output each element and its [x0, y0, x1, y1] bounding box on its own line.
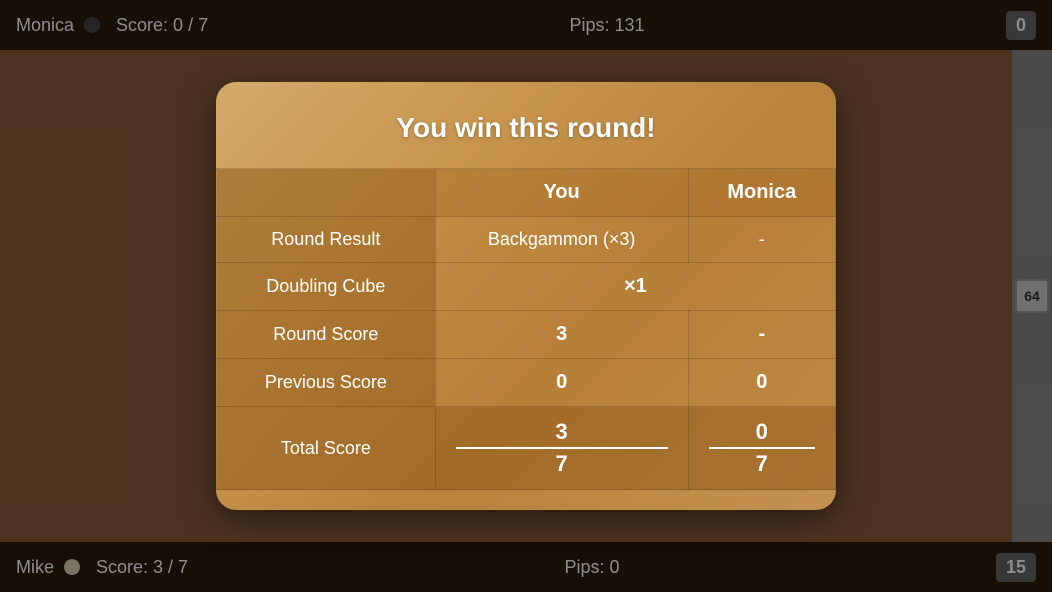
- round-score-row: Round Score 3 -: [217, 311, 836, 359]
- round-result-you: Backgammon (×3): [435, 217, 688, 263]
- round-score-you: 3: [435, 311, 688, 359]
- round-score-monica: -: [688, 311, 835, 359]
- total-score-monica: 0 7: [688, 407, 835, 490]
- total-monica-numerator: 0: [709, 419, 815, 449]
- previous-score-row: Previous Score 0 0: [217, 359, 836, 407]
- you-column-header: You: [435, 169, 688, 217]
- round-score-label: Round Score: [217, 311, 436, 359]
- empty-header: [217, 169, 436, 217]
- round-result-monica: -: [688, 217, 835, 263]
- previous-score-monica: 0: [688, 359, 835, 407]
- total-monica-denominator: 7: [709, 451, 815, 477]
- total-score-label: Total Score: [217, 407, 436, 490]
- doubling-cube-label: Doubling Cube: [217, 263, 436, 311]
- result-modal: You win this round! You Monica Round Res…: [216, 82, 836, 510]
- previous-score-you: 0: [435, 359, 688, 407]
- total-score-row: Total Score 3 7 0 7: [217, 407, 836, 490]
- total-you-numerator: 3: [456, 419, 668, 449]
- round-result-row: Round Result Backgammon (×3) -: [217, 217, 836, 263]
- modal-title: You win this round!: [216, 112, 836, 144]
- doubling-cube-value: ×1: [435, 263, 835, 311]
- doubling-cube-row: Doubling Cube ×1: [217, 263, 836, 311]
- monica-column-header: Monica: [688, 169, 835, 217]
- round-result-label: Round Result: [217, 217, 436, 263]
- total-you-denominator: 7: [456, 451, 668, 477]
- modal-overlay: You win this round! You Monica Round Res…: [0, 0, 1052, 592]
- total-score-you: 3 7: [435, 407, 688, 490]
- score-table: You Monica Round Result Backgammon (×3) …: [216, 168, 836, 490]
- previous-score-label: Previous Score: [217, 359, 436, 407]
